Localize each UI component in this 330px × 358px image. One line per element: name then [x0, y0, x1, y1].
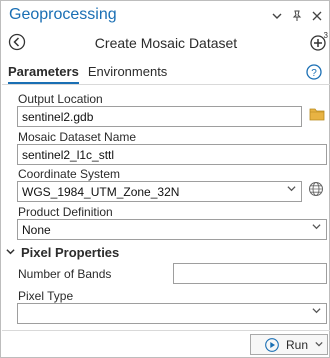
tool-header: Create Mosaic Dataset 3 [2, 31, 330, 57]
output-location-input[interactable]: sentinel2.gdb [17, 106, 302, 127]
run-button[interactable]: Run [250, 334, 328, 355]
coordinate-system-value: WGS_1984_UTM_Zone_32N [22, 185, 180, 199]
tool-title: Create Mosaic Dataset [94, 35, 238, 51]
add-plus-icon[interactable]: 3 [310, 31, 328, 51]
chevron-down-icon [287, 184, 296, 196]
chevron-down-icon [312, 306, 321, 318]
tab-environments[interactable]: Environments [88, 64, 167, 85]
product-definition-label: Product Definition [18, 205, 113, 219]
add-count-badge: 3 [323, 31, 328, 40]
chevron-down-icon [6, 247, 15, 259]
output-location-label: Output Location [18, 92, 103, 106]
pin-icon[interactable] [290, 9, 304, 23]
pixel-properties-section[interactable]: Pixel Properties [6, 245, 119, 260]
mosaic-name-input[interactable]: sentinel2_l1c_sttl [17, 144, 327, 165]
pixel-type-select[interactable] [17, 303, 327, 324]
chevron-down-icon[interactable] [315, 340, 323, 350]
chevron-down-icon[interactable] [270, 9, 284, 23]
globe-icon[interactable] [308, 181, 324, 197]
tabs-divider [2, 84, 330, 85]
pane-title: Geoprocessing [9, 6, 117, 23]
mosaic-name-label: Mosaic Dataset Name [18, 130, 137, 144]
run-label: Run [286, 337, 309, 352]
svg-text:?: ? [311, 68, 317, 79]
number-of-bands-label: Number of Bands [18, 267, 112, 281]
pane-title-icons [270, 9, 324, 23]
pixel-properties-title: Pixel Properties [21, 245, 120, 260]
number-of-bands-input[interactable] [173, 263, 327, 284]
product-definition-select[interactable]: None [17, 219, 327, 240]
mosaic-name-value: sentinel2_l1c_sttl [22, 148, 115, 162]
coordinate-system-select[interactable]: WGS_1984_UTM_Zone_32N [17, 181, 302, 202]
output-location-value: sentinel2.gdb [22, 110, 94, 124]
tool-tabs: Parameters Environments [8, 64, 167, 85]
play-icon [265, 337, 279, 352]
pane-title-bar: Geoprocessing [2, 2, 330, 32]
folder-icon[interactable] [309, 107, 325, 121]
help-icon[interactable]: ? [306, 64, 322, 80]
chevron-down-icon [312, 222, 321, 234]
coordinate-system-label: Coordinate System [18, 167, 121, 181]
pixel-type-label: Pixel Type [18, 289, 74, 303]
close-icon[interactable] [310, 9, 324, 23]
geoprocessing-pane: Geoprocessing Create Mosaic Dataset 3 Pa… [0, 0, 330, 358]
tab-parameters[interactable]: Parameters [8, 64, 79, 85]
product-definition-value: None [22, 223, 51, 237]
footer-divider [2, 330, 330, 331]
